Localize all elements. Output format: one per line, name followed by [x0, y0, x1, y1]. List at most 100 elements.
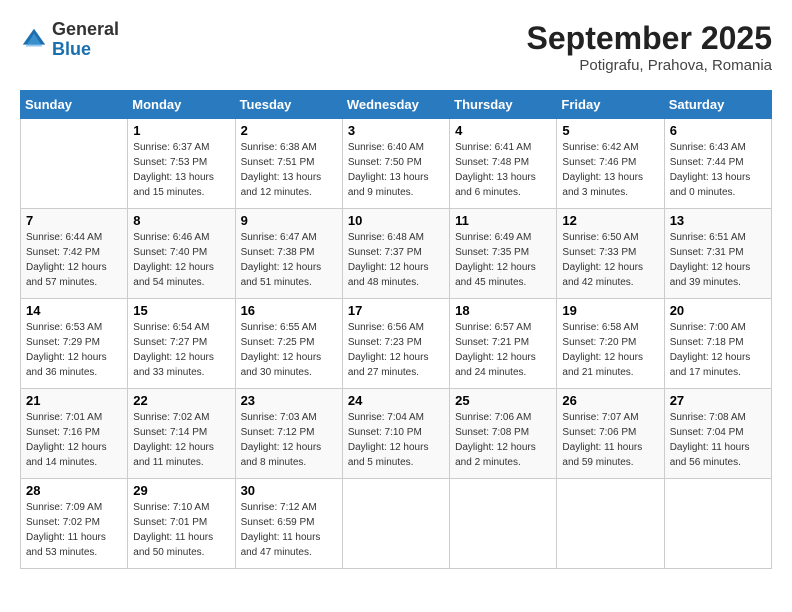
day-info: Sunrise: 6:37 AMSunset: 7:53 PMDaylight:…	[133, 140, 229, 200]
calendar-cell: 14Sunrise: 6:53 AMSunset: 7:29 PMDayligh…	[21, 299, 128, 389]
day-info: Sunrise: 6:51 AMSunset: 7:31 PMDaylight:…	[670, 230, 766, 290]
logo-general: General	[52, 19, 119, 39]
column-header-wednesday: Wednesday	[342, 91, 449, 119]
day-number: 18	[455, 303, 551, 318]
day-number: 24	[348, 393, 444, 408]
calendar-table: SundayMondayTuesdayWednesdayThursdayFrid…	[20, 90, 772, 569]
calendar-cell: 28 Sunrise: 7:09 AMSunset: 7:02 PMDayligh…	[21, 479, 128, 569]
day-info: Sunrise: 7:08 AMSunset: 7:04 PMDaylight:…	[670, 410, 766, 470]
calendar-cell: 6Sunrise: 6:43 AMSunset: 7:44 PMDaylight…	[664, 119, 771, 209]
day-number: 7	[26, 213, 122, 228]
day-number: 27	[670, 393, 766, 408]
week-row-5: 28 Sunrise: 7:09 AMSunset: 7:02 PMDayligh…	[21, 479, 772, 569]
day-info: Sunrise: 6:47 AMSunset: 7:38 PMDaylight:…	[241, 230, 337, 290]
column-header-tuesday: Tuesday	[235, 91, 342, 119]
calendar-cell: 1 Sunrise: 6:37 AMSunset: 7:53 PMDaylight…	[128, 119, 235, 209]
day-info: Sunrise: 6:56 AMSunset: 7:23 PMDaylight:…	[348, 320, 444, 380]
day-info: Sunrise: 6:43 AMSunset: 7:44 PMDaylight:…	[670, 140, 766, 200]
week-row-4: 21 Sunrise: 7:01 AMSunset: 7:16 PMDayligh…	[21, 389, 772, 479]
day-info: Sunrise: 6:40 AMSunset: 7:50 PMDaylight:…	[348, 140, 444, 200]
day-number: 30	[241, 483, 337, 498]
day-number: 22	[133, 393, 229, 408]
day-info: Sunrise: 6:41 AMSunset: 7:48 PMDaylight:…	[455, 140, 551, 200]
calendar-cell: 19 Sunrise: 6:58 AMSunset: 7:20 PMDayligh…	[557, 299, 664, 389]
day-number: 11	[455, 213, 551, 228]
day-number: 10	[348, 213, 444, 228]
calendar-cell: 18 Sunrise: 6:57 AMSunset: 7:21 PMDayligh…	[450, 299, 557, 389]
day-number: 3	[348, 123, 444, 138]
location-subtitle: Potigrafu, Prahova, Romania	[527, 57, 772, 74]
day-info: Sunrise: 7:06 AMSunset: 7:08 PMDaylight:…	[455, 410, 551, 470]
day-info: Sunrise: 6:42 AMSunset: 7:46 PMDaylight:…	[562, 140, 658, 200]
day-number: 4	[455, 123, 551, 138]
calendar-cell: 4 Sunrise: 6:41 AMSunset: 7:48 PMDaylight…	[450, 119, 557, 209]
calendar-cell: 30 Sunrise: 7:12 AMSunset: 6:59 PMDayligh…	[235, 479, 342, 569]
calendar-cell: 5Sunrise: 6:42 AMSunset: 7:46 PMDaylight…	[557, 119, 664, 209]
logo-icon	[20, 26, 48, 54]
calendar-cell: 7Sunrise: 6:44 AMSunset: 7:42 PMDaylight…	[21, 209, 128, 299]
column-header-saturday: Saturday	[664, 91, 771, 119]
day-number: 15	[133, 303, 229, 318]
day-info: Sunrise: 6:57 AMSunset: 7:21 PMDaylight:…	[455, 320, 551, 380]
day-number: 16	[241, 303, 337, 318]
day-info: Sunrise: 7:04 AMSunset: 7:10 PMDaylight:…	[348, 410, 444, 470]
day-number: 8	[133, 213, 229, 228]
calendar-cell: 16Sunrise: 6:55 AMSunset: 7:25 PMDayligh…	[235, 299, 342, 389]
calendar-cell: 11 Sunrise: 6:49 AMSunset: 7:35 PMDayligh…	[450, 209, 557, 299]
page-header: General Blue September 2025 Potigrafu, P…	[20, 20, 772, 74]
day-info: Sunrise: 7:03 AMSunset: 7:12 PMDaylight:…	[241, 410, 337, 470]
calendar-cell: 25 Sunrise: 7:06 AMSunset: 7:08 PMDayligh…	[450, 389, 557, 479]
calendar-cell	[557, 479, 664, 569]
day-info: Sunrise: 6:48 AMSunset: 7:37 PMDaylight:…	[348, 230, 444, 290]
column-header-monday: Monday	[128, 91, 235, 119]
title-block: September 2025 Potigrafu, Prahova, Roman…	[527, 20, 772, 74]
logo: General Blue	[20, 20, 119, 60]
day-number: 19	[562, 303, 658, 318]
calendar-cell	[342, 479, 449, 569]
day-info: Sunrise: 7:10 AMSunset: 7:01 PMDaylight:…	[133, 500, 229, 560]
day-number: 20	[670, 303, 766, 318]
day-number: 14	[26, 303, 122, 318]
column-header-friday: Friday	[557, 91, 664, 119]
day-number: 29	[133, 483, 229, 498]
day-number: 9	[241, 213, 337, 228]
logo-blue: Blue	[52, 39, 91, 59]
day-info: Sunrise: 7:01 AMSunset: 7:16 PMDaylight:…	[26, 410, 122, 470]
calendar-cell: 21 Sunrise: 7:01 AMSunset: 7:16 PMDayligh…	[21, 389, 128, 479]
calendar-cell: 9 Sunrise: 6:47 AMSunset: 7:38 PMDaylight…	[235, 209, 342, 299]
calendar-cell	[664, 479, 771, 569]
day-info: Sunrise: 6:46 AMSunset: 7:40 PMDaylight:…	[133, 230, 229, 290]
day-info: Sunrise: 6:58 AMSunset: 7:20 PMDaylight:…	[562, 320, 658, 380]
week-row-1: 1 Sunrise: 6:37 AMSunset: 7:53 PMDaylight…	[21, 119, 772, 209]
day-info: Sunrise: 6:50 AMSunset: 7:33 PMDaylight:…	[562, 230, 658, 290]
day-info: Sunrise: 7:09 AMSunset: 7:02 PMDaylight:…	[26, 500, 122, 560]
calendar-cell: 23 Sunrise: 7:03 AMSunset: 7:12 PMDayligh…	[235, 389, 342, 479]
calendar-cell: 12 Sunrise: 6:50 AMSunset: 7:33 PMDayligh…	[557, 209, 664, 299]
calendar-cell: 20 Sunrise: 7:00 AMSunset: 7:18 PMDayligh…	[664, 299, 771, 389]
calendar-cell: 15 Sunrise: 6:54 AMSunset: 7:27 PMDayligh…	[128, 299, 235, 389]
day-number: 12	[562, 213, 658, 228]
column-header-thursday: Thursday	[450, 91, 557, 119]
day-number: 1	[133, 123, 229, 138]
day-number: 2	[241, 123, 337, 138]
calendar-cell: 13 Sunrise: 6:51 AMSunset: 7:31 PMDayligh…	[664, 209, 771, 299]
month-title: September 2025	[527, 20, 772, 57]
day-info: Sunrise: 7:00 AMSunset: 7:18 PMDaylight:…	[670, 320, 766, 380]
day-info: Sunrise: 7:07 AMSunset: 7:06 PMDaylight:…	[562, 410, 658, 470]
day-info: Sunrise: 7:12 AMSunset: 6:59 PMDaylight:…	[241, 500, 337, 560]
day-info: Sunrise: 7:02 AMSunset: 7:14 PMDaylight:…	[133, 410, 229, 470]
day-number: 25	[455, 393, 551, 408]
day-number: 28	[26, 483, 122, 498]
column-header-sunday: Sunday	[21, 91, 128, 119]
calendar-cell: 29 Sunrise: 7:10 AMSunset: 7:01 PMDayligh…	[128, 479, 235, 569]
calendar-cell: 24 Sunrise: 7:04 AMSunset: 7:10 PMDayligh…	[342, 389, 449, 479]
calendar-cell: 8 Sunrise: 6:46 AMSunset: 7:40 PMDaylight…	[128, 209, 235, 299]
day-info: Sunrise: 6:54 AMSunset: 7:27 PMDaylight:…	[133, 320, 229, 380]
day-number: 23	[241, 393, 337, 408]
day-number: 17	[348, 303, 444, 318]
calendar-cell: 3 Sunrise: 6:40 AMSunset: 7:50 PMDaylight…	[342, 119, 449, 209]
week-row-3: 14Sunrise: 6:53 AMSunset: 7:29 PMDayligh…	[21, 299, 772, 389]
day-info: Sunrise: 6:49 AMSunset: 7:35 PMDaylight:…	[455, 230, 551, 290]
day-number: 21	[26, 393, 122, 408]
day-number: 13	[670, 213, 766, 228]
